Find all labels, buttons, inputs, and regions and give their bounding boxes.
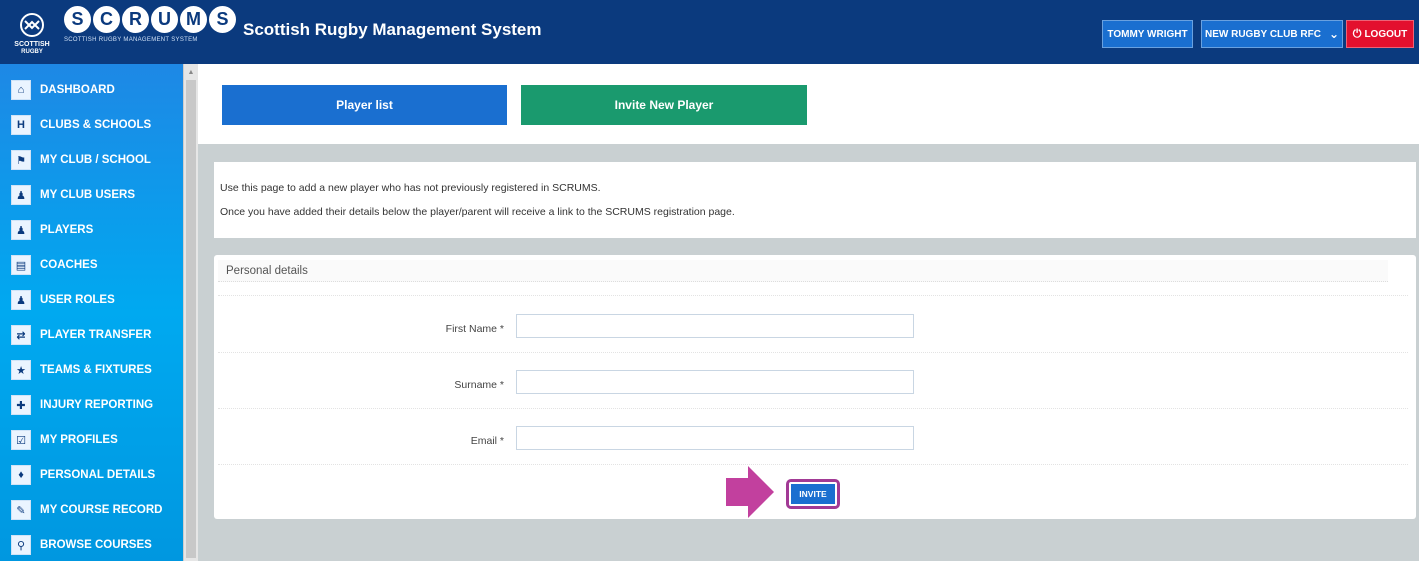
divider xyxy=(218,352,1408,353)
injury-icon: ✚ xyxy=(11,395,31,415)
invite-highlight: INVITE xyxy=(786,479,840,509)
divider xyxy=(218,295,1408,296)
main-content: Player list Invite New Player Use this p… xyxy=(198,64,1419,561)
profiles-icon: ☑ xyxy=(11,430,31,450)
sidebar-item-players[interactable]: ♟ PLAYERS xyxy=(0,213,183,247)
tab-player-list[interactable]: Player list xyxy=(222,85,507,125)
sidebar-item-label: MY PROFILES xyxy=(40,434,118,446)
scroll-up-icon[interactable]: ▲ xyxy=(184,66,198,78)
sidebar-item-label: COACHES xyxy=(40,259,98,271)
power-icon: ⏻ xyxy=(1352,27,1362,40)
sidebar-scrollbar[interactable]: ▲ xyxy=(183,64,198,561)
user-button-label: TOMMY WRIGHT xyxy=(1107,28,1188,40)
surname-input[interactable] xyxy=(516,370,914,394)
first-name-input[interactable] xyxy=(516,314,914,338)
first-name-label: First Name * xyxy=(445,323,504,335)
logo-letter: S xyxy=(64,6,91,33)
sidebar-item-label: PLAYERS xyxy=(40,224,94,236)
logo-letter: S xyxy=(209,6,236,33)
logo-letter: U xyxy=(151,6,178,33)
club-select-label: NEW RUGBY CLUB RFC xyxy=(1205,28,1321,40)
tab-invite-new-player[interactable]: Invite New Player xyxy=(521,85,807,125)
scrums-logo-letters: S C R U M S xyxy=(64,6,236,33)
sidebar-item-my-club-school[interactable]: ⚑ MY CLUB / SCHOOL xyxy=(0,143,183,177)
transfer-icon: ⇄ xyxy=(11,325,31,345)
personal-icon: ♦ xyxy=(11,465,31,485)
sidebar-item-label: PLAYER TRANSFER xyxy=(40,329,152,341)
logo-subtitle: SCOTTISH RUGBY MANAGEMENT SYSTEM xyxy=(64,37,198,43)
roles-icon: ♟ xyxy=(11,290,31,310)
logo-letter: M xyxy=(180,6,207,33)
sidebar-item-player-transfer[interactable]: ⇄ PLAYER TRANSFER xyxy=(0,318,183,352)
email-input[interactable] xyxy=(516,426,914,450)
tab-label: Invite New Player xyxy=(614,98,714,112)
users-icon: ♟ xyxy=(11,185,31,205)
sidebar-item-my-profiles[interactable]: ☑ MY PROFILES xyxy=(0,423,183,457)
logo-letter: C xyxy=(93,6,120,33)
personal-details-panel: Personal details First Name * Surname * … xyxy=(214,255,1416,519)
scroll-thumb[interactable] xyxy=(186,80,196,558)
email-label: Email * xyxy=(470,435,504,447)
sidebar-item-label: MY COURSE RECORD xyxy=(40,504,163,516)
divider xyxy=(218,408,1408,409)
browse-icon: ⚲ xyxy=(11,535,31,555)
info-line-1: Use this page to add a new player who ha… xyxy=(220,182,601,194)
sidebar-item-injury-reporting[interactable]: ✚ INJURY REPORTING xyxy=(0,388,183,422)
player-icon: ♟ xyxy=(11,220,31,240)
info-panel: Use this page to add a new player who ha… xyxy=(214,162,1416,238)
clipboard-icon: ▤ xyxy=(11,255,31,275)
sidebar-item-dashboard[interactable]: ⌂ DASHBOARD xyxy=(0,73,183,107)
info-line-2: Once you have added their details below … xyxy=(220,206,735,218)
sidebar-item-personal-details[interactable]: ♦ PERSONAL DETAILS xyxy=(0,458,183,492)
logout-button[interactable]: ⏻ LOGOUT xyxy=(1346,20,1414,48)
divider xyxy=(218,464,1408,465)
scottish-rugby-crest-icon[interactable]: SCOTTISH RUGBY xyxy=(8,8,56,56)
crest-text-top: SCOTTISH xyxy=(14,41,49,48)
logout-label: LOGOUT xyxy=(1364,28,1408,40)
tabs-bar: Player list Invite New Player xyxy=(198,64,1419,144)
sidebar-item-label: DASHBOARD xyxy=(40,84,115,96)
app-header: SCOTTISH RUGBY S C R U M S SCOTTISH RUGB… xyxy=(0,0,1419,64)
sidebar-item-label: PERSONAL DETAILS xyxy=(40,469,156,481)
scrums-logo[interactable]: S C R U M S SCOTTISH RUGBY MANAGEMENT SY… xyxy=(64,6,236,58)
sidebar-item-coaches[interactable]: ▤ COACHES xyxy=(0,248,183,282)
sidebar-item-browse-courses[interactable]: ⚲ BROWSE COURSES xyxy=(0,528,183,561)
home-icon: ⌂ xyxy=(11,80,31,100)
sidebar-item-label: TEAMS & FIXTURES xyxy=(40,364,152,376)
sidebar-item-label: MY CLUB / SCHOOL xyxy=(40,154,151,166)
sidebar-item-teams-fixtures[interactable]: ★ TEAMS & FIXTURES xyxy=(0,353,183,387)
goalposts-icon: H xyxy=(11,115,31,135)
app-title: Scottish Rugby Management System xyxy=(243,20,542,39)
sidebar-item-label: INJURY REPORTING xyxy=(40,399,154,411)
chevron-down-icon: ⌄ xyxy=(1328,27,1339,41)
sidebar-item-my-course-record[interactable]: ✎ MY COURSE RECORD xyxy=(0,493,183,527)
sidebar-item-label: CLUBS & SCHOOLS xyxy=(40,119,152,131)
logo-letter: R xyxy=(122,6,149,33)
club-select-button[interactable]: NEW RUGBY CLUB RFC ⌄ xyxy=(1201,20,1343,48)
sidebar-item-label: MY CLUB USERS xyxy=(40,189,135,201)
trophy-icon: ★ xyxy=(11,360,31,380)
sidebar-item-user-roles[interactable]: ♟ USER ROLES xyxy=(0,283,183,317)
club-icon: ⚑ xyxy=(11,150,31,170)
sidebar-item-label: BROWSE COURSES xyxy=(40,539,152,551)
course-record-icon: ✎ xyxy=(11,500,31,520)
tab-label: Player list xyxy=(336,98,393,112)
arrow-right-icon xyxy=(726,466,774,518)
crest-text-bottom: RUGBY xyxy=(21,49,43,55)
sidebar-item-my-club-users[interactable]: ♟ MY CLUB USERS xyxy=(0,178,183,212)
sidebar: ⌂ DASHBOARD H CLUBS & SCHOOLS ⚑ MY CLUB … xyxy=(0,64,183,561)
invite-button[interactable]: INVITE xyxy=(791,484,835,504)
panel-title: Personal details xyxy=(218,260,1388,282)
sidebar-item-clubs-schools[interactable]: H CLUBS & SCHOOLS xyxy=(0,108,183,142)
surname-label: Surname * xyxy=(454,379,504,391)
sidebar-item-label: USER ROLES xyxy=(40,294,115,306)
user-button[interactable]: TOMMY WRIGHT xyxy=(1102,20,1193,48)
